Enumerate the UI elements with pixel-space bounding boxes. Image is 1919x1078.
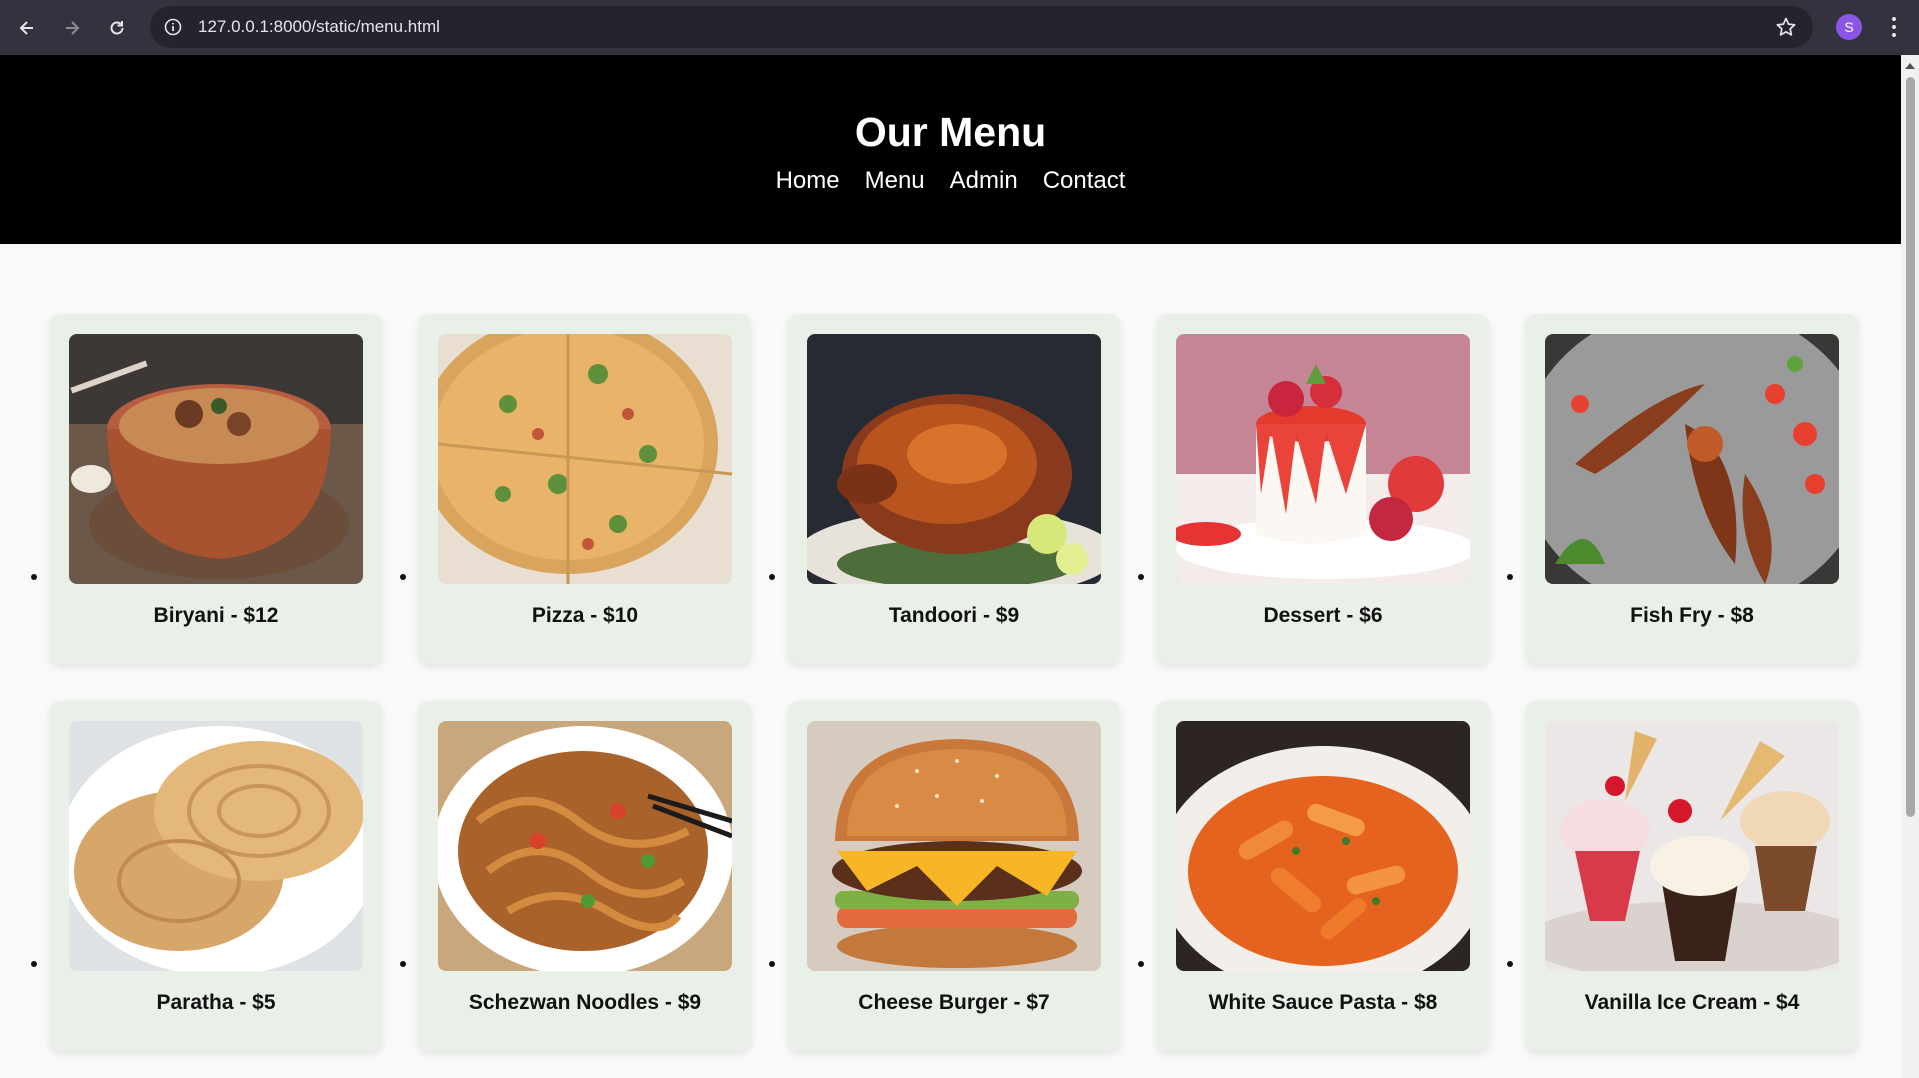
nav-link-home[interactable]: Home — [776, 166, 840, 196]
list-bullet — [1507, 961, 1513, 967]
main-nav: Home Menu Admin Contact — [0, 166, 1901, 196]
kebab-menu-icon[interactable] — [1884, 14, 1904, 40]
menu-card-tandoori[interactable]: Tandoori - $9 — [788, 314, 1120, 664]
menu-card-pizza[interactable]: Pizza - $10 — [419, 314, 751, 664]
burger-photo — [807, 721, 1101, 971]
menu-item-label: Pizza - $10 — [531, 604, 639, 627]
menu-card-schezwan-noodles[interactable]: Schezwan Noodles - $9 — [419, 701, 751, 1051]
site-info-icon — [164, 18, 182, 36]
menu-card-dessert[interactable]: Dessert - $6 — [1157, 314, 1489, 664]
menu-card-vanilla-ice-cream[interactable]: Vanilla Ice Cream - $4 — [1526, 701, 1858, 1051]
list-bullet — [400, 961, 406, 967]
profile-avatar[interactable]: S — [1836, 14, 1862, 40]
list-bullet — [1138, 961, 1144, 967]
pizza-photo — [438, 334, 732, 584]
menu-item-label: Tandoori - $9 — [888, 604, 1020, 627]
menu-item-label: Cheese Burger - $7 — [858, 991, 1050, 1014]
menu-card-cheese-burger[interactable]: Cheese Burger - $7 — [788, 701, 1120, 1051]
menu-item-label: Dessert - $6 — [1263, 604, 1383, 627]
site-info-button[interactable] — [162, 16, 184, 38]
menu-item-label: Paratha - $5 — [156, 991, 276, 1014]
tandoori-photo — [807, 334, 1101, 584]
noodles-photo — [438, 721, 732, 971]
menu-item-label: Fish Fry - $8 — [1630, 604, 1754, 627]
address-bar[interactable]: 127.0.0.1:8000/static/menu.html — [150, 6, 1813, 48]
menu-card-white-sauce-pasta[interactable]: White Sauce Pasta - $8 — [1157, 701, 1489, 1051]
page-title: Our Menu — [854, 109, 1047, 155]
back-button[interactable] — [9, 10, 45, 46]
menu-item-label: Biryani - $12 — [153, 604, 279, 627]
fish-fry-photo — [1545, 334, 1839, 584]
menu-item-label: White Sauce Pasta - $8 — [1208, 991, 1438, 1014]
menu-card-fish-fry[interactable]: Fish Fry - $8 — [1526, 314, 1858, 664]
menu-item-label: Vanilla Ice Cream - $4 — [1584, 991, 1800, 1014]
back-arrow-icon — [19, 20, 33, 35]
list-bullet — [1138, 574, 1144, 580]
pasta-photo — [1176, 721, 1470, 971]
reload-icon — [110, 20, 124, 34]
nav-link-menu[interactable]: Menu — [865, 166, 925, 196]
menu-card-biryani[interactable]: Biryani - $12 — [50, 314, 382, 664]
menu-card-paratha[interactable]: Paratha - $5 — [50, 701, 382, 1051]
scroll-up-arrow-icon[interactable] — [1905, 63, 1915, 69]
list-bullet — [31, 961, 37, 967]
list-bullet — [769, 961, 775, 967]
forward-arrow-icon — [66, 20, 80, 35]
reload-button[interactable] — [99, 10, 135, 46]
scrollbar-thumb[interactable] — [1906, 77, 1915, 817]
list-bullet — [31, 574, 37, 580]
forward-button[interactable] — [54, 10, 90, 46]
biryani-photo — [69, 334, 363, 584]
browser-toolbar: 127.0.0.1:8000/static/menu.html S — [0, 0, 1919, 55]
list-bullet — [1507, 574, 1513, 580]
list-bullet — [769, 574, 775, 580]
dessert-photo — [1176, 334, 1470, 584]
page-scrollbar[interactable] — [1901, 55, 1919, 1078]
nav-link-contact[interactable]: Contact — [1043, 166, 1126, 196]
url-text[interactable]: 127.0.0.1:8000/static/menu.html — [198, 17, 440, 37]
menu-item-label: Schezwan Noodles - $9 — [468, 991, 702, 1014]
menu-list: Biryani - $12 Pizza - $10 Tandoori - $9 … — [0, 244, 1901, 1078]
site-header: Our Menu Home Menu Admin Contact — [0, 55, 1901, 244]
bookmark-star-icon[interactable] — [1775, 16, 1797, 38]
paratha-photo — [69, 721, 363, 971]
list-bullet — [400, 574, 406, 580]
ice-cream-photo — [1545, 721, 1839, 971]
nav-link-admin[interactable]: Admin — [950, 166, 1018, 196]
